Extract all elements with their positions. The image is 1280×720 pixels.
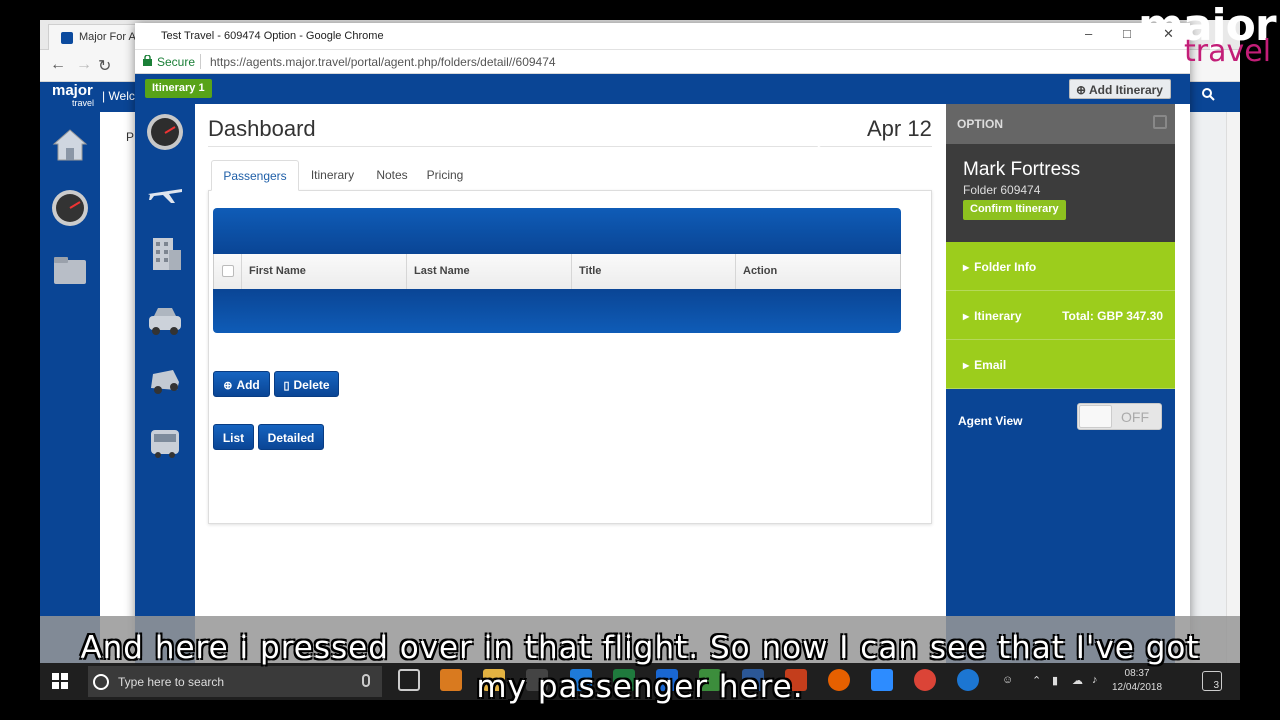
caret-right-icon: ▶ [963,263,970,272]
tab-passengers[interactable]: Passengers [211,160,299,191]
background-sidebar [40,112,100,663]
add-itinerary-label: Add Itinerary [1088,83,1163,97]
page-title: Dashboard [208,116,316,141]
delete-passenger-button[interactable]: ▯ Delete [274,371,339,397]
toggle-knob [1079,405,1112,428]
column-last-name[interactable]: Last Name [406,254,571,289]
agent-view-toggle[interactable]: OFF [1077,403,1162,430]
coach-icon[interactable] [145,422,185,462]
passenger-grid-columns: First Name Last Name Title Action [213,254,901,289]
itinerary-total: Total: GBP 347.30 [1062,309,1163,323]
add-passenger-button[interactable]: ⊕ Add [213,371,270,397]
option-header: OPTION [946,104,1175,144]
caret-right-icon: ▶ [963,312,970,321]
screen: Major For A ← → ↻ major travel | Welc P [40,20,1240,663]
confirm-itinerary-button[interactable]: Confirm Itinerary [963,200,1066,220]
flight-icon[interactable] [145,172,185,212]
major-travel-logo: major travel [52,82,95,108]
welcome-text: | Welc [102,89,135,103]
favicon-icon [61,32,73,44]
address-bar[interactable]: Secure https://agents.major.travel/porta… [135,50,1190,74]
popup-title-bar: Test Travel - 609474 Option - Google Chr… [135,23,1190,50]
background-text: P [126,130,135,144]
folder-icon[interactable] [50,250,90,290]
select-all-checkbox[interactable] [222,265,234,277]
taxi-icon[interactable] [145,300,185,340]
background-scrollbar[interactable] [1226,112,1240,663]
column-title[interactable]: Title [571,254,735,289]
secure-label: Secure [157,55,196,69]
background-content-left [100,112,135,663]
option-side-panel: OPTION Mark Fortress Folder 609474 Confi… [946,104,1175,663]
hotel-icon[interactable] [145,234,185,274]
folder-number: Folder 609474 [963,183,1041,197]
passenger-grid-footer-band [213,289,901,333]
address-separator [200,54,201,69]
tab-notes[interactable]: Notes [367,160,417,191]
customer-summary: Mark Fortress Folder 609474 Confirm Itin… [946,144,1175,242]
subtitle-line-1: And here i pressed over in that flight. … [80,630,1200,666]
toggle-state: OFF [1121,409,1149,425]
background-tab-title: Major For A [79,31,136,43]
itinerary-date: Apr 12 [867,116,932,141]
customer-name: Mark Fortress [963,159,1081,180]
dashboard-gauge-icon[interactable] [145,112,185,152]
column-first-name[interactable]: First Name [241,254,406,289]
detailed-view-button[interactable]: Detailed [258,424,324,450]
agent-view-label: Agent View [958,414,1023,428]
major-travel-watermark: major travel [1138,0,1277,69]
plus-circle-icon: ⊕ [1076,83,1087,97]
subtitle-line-2: my passenger here. [476,669,804,705]
car-hire-icon[interactable] [145,360,185,400]
dashboard-main: Dashboard Apr 12 Passengers Itinerary No… [195,104,946,663]
url-text[interactable]: https://agents.major.travel/portal/agent… [210,55,556,69]
list-view-button[interactable]: List [213,424,254,450]
plus-circle-icon: ⊕ [223,380,233,392]
app-top-bar: Itinerary 1 ⊕ Add Itinerary [135,74,1190,104]
dashboard-gauge-icon[interactable] [50,188,90,228]
service-icon-sidebar [135,104,195,663]
home-icon[interactable] [50,126,90,166]
lock-icon [143,55,152,66]
add-itinerary-button[interactable]: ⊕ Add Itinerary [1069,79,1171,99]
folder-info-row[interactable]: ▶ Folder Info [946,242,1175,291]
tab-itinerary[interactable]: Itinerary [301,160,364,191]
itinerary-row[interactable]: ▶ Itinerary Total: GBP 347.30 [946,291,1175,340]
passenger-grid-header-band [213,208,901,254]
popup-window-title: Test Travel - 609474 Option - Google Chr… [161,30,384,42]
background-tab[interactable]: Major For A [48,24,143,50]
popup-window: Test Travel - 609474 Option - Google Chr… [135,23,1190,663]
reload-icon[interactable]: ↻ [98,56,111,76]
minimize-icon[interactable]: – [1085,26,1092,41]
email-row[interactable]: ▶ Email [946,340,1175,389]
itinerary-tab-badge[interactable]: Itinerary 1 [145,79,212,98]
column-action[interactable]: Action [735,254,901,289]
tab-pricing[interactable]: Pricing [419,160,471,191]
search-icon[interactable] [1190,88,1226,108]
background-content-right [1190,112,1240,663]
pin-icon[interactable] [1153,115,1167,129]
back-arrow-icon[interactable]: ← [50,56,66,74]
forward-arrow-icon[interactable]: → [76,56,92,74]
trash-icon: ▯ [283,380,290,392]
caret-right-icon: ▶ [963,361,970,370]
